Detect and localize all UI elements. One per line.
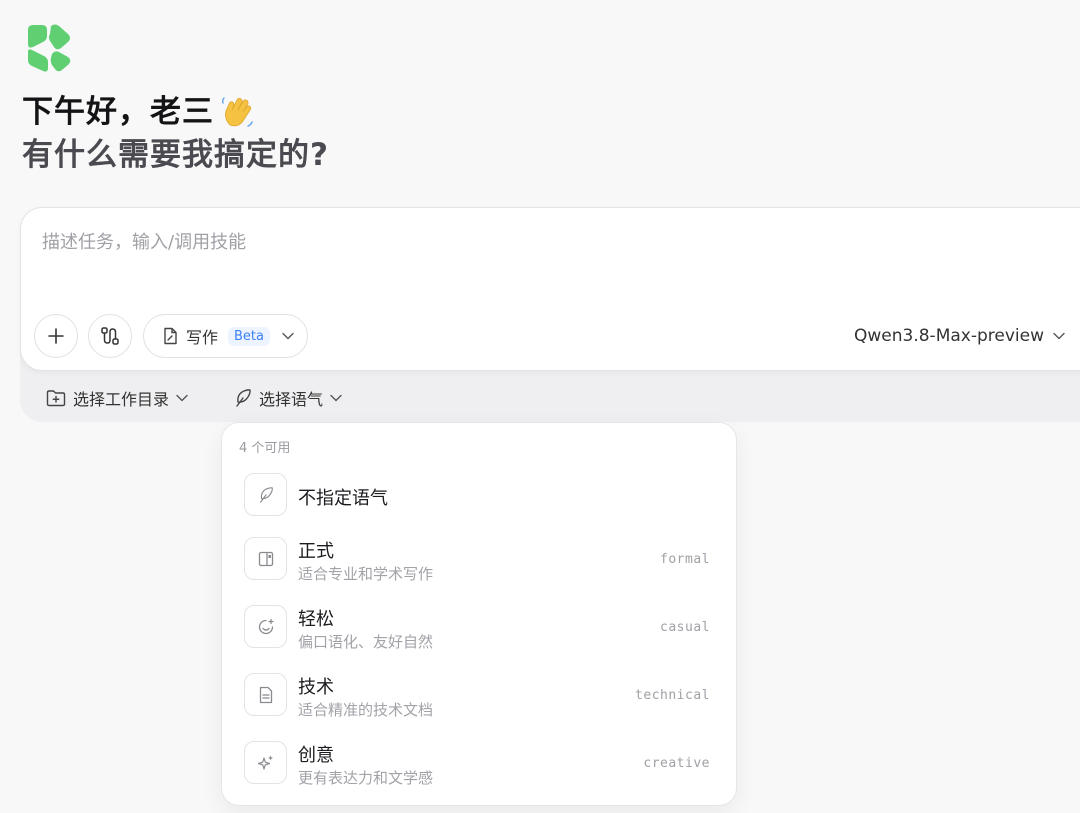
greeting-subtitle: 有什么需要我搞定的?	[22, 137, 329, 173]
tone-option-technical[interactable]: 技术 适合精准的技术文档 technical	[244, 673, 718, 719]
chevron-down-icon	[176, 394, 188, 402]
greeting: 下午好，老三 有什么需要我搞定的?	[22, 92, 329, 175]
tone-option-title: 创意	[298, 745, 334, 766]
tone-option-none[interactable]: 不指定语气	[244, 473, 718, 517]
tone-option-description: 偏口语化、友好自然	[298, 633, 434, 651]
tone-option-casual[interactable]: 轻松 偏口语化、友好自然 casual	[244, 605, 718, 651]
tone-option-key: technical	[635, 688, 710, 703]
folder-plus-icon	[46, 390, 66, 407]
select-workdir-label: 选择工作目录	[73, 390, 170, 409]
smile-icon	[258, 618, 274, 634]
tone-option-key: formal	[660, 552, 710, 567]
select-tone-button[interactable]: 选择语气	[234, 386, 342, 410]
task-input[interactable]	[42, 232, 942, 253]
tone-option-creative[interactable]: 创意 更有表达力和文学感 creative	[244, 741, 718, 787]
layout-icon	[258, 551, 273, 566]
tone-option-title: 技术	[298, 677, 334, 698]
app-logo-icon	[28, 24, 71, 72]
feather-icon	[259, 486, 273, 503]
plus-icon	[48, 328, 64, 344]
tone-option-key: casual	[660, 620, 710, 635]
chevron-down-icon	[282, 332, 294, 340]
waving-hand-icon	[221, 97, 253, 127]
tone-option-description: 更有表达力和文学感	[298, 769, 434, 787]
model-name: Qwen3.8-Max-preview	[854, 326, 1044, 346]
select-tone-label: 选择语气	[259, 390, 324, 409]
tone-option-title: 轻松	[298, 609, 334, 630]
write-mode-button[interactable]: 写作 Beta	[143, 314, 308, 358]
chevron-down-icon	[330, 394, 342, 402]
route-icon	[101, 327, 119, 345]
tone-option-description: 适合精准的技术文档	[298, 701, 434, 719]
document-icon	[259, 686, 272, 703]
add-button[interactable]	[34, 314, 78, 358]
page: 下午好，老三 有什么需要我搞定的? 描述任务，输入/调用技能 写作 Beta Q…	[0, 0, 1080, 813]
tone-dropdown: 4 个可用 不指定语气 正式 适合专业和学术写作 formal 轻松 偏口语化、…	[221, 422, 737, 806]
composer: 写作 Beta Qwen3.8-Max-preview	[20, 207, 1080, 371]
model-selector[interactable]: Qwen3.8-Max-preview	[854, 326, 1065, 346]
select-workdir-button[interactable]: 选择工作目录	[46, 386, 188, 410]
tools-button[interactable]	[88, 314, 132, 358]
available-count: 4 个可用	[239, 441, 291, 456]
tone-option-title: 不指定语气	[298, 488, 388, 509]
sparkle-icon	[257, 755, 273, 770]
tone-option-formal[interactable]: 正式 适合专业和学术写作 formal	[244, 537, 718, 583]
tone-option-key: creative	[643, 756, 710, 771]
chevron-down-icon	[1053, 332, 1065, 340]
document-edit-icon	[164, 327, 177, 345]
tone-option-description: 适合专业和学术写作	[298, 565, 434, 583]
greeting-title: 下午好，老三	[22, 94, 214, 130]
tone-option-title: 正式	[298, 541, 334, 562]
feather-icon	[236, 389, 251, 407]
beta-badge: Beta	[228, 326, 270, 346]
write-mode-label: 写作	[186, 328, 219, 347]
